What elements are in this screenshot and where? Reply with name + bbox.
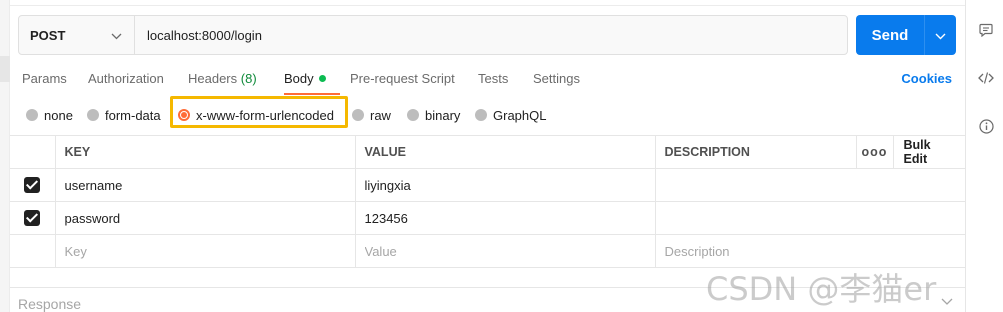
tab-params[interactable]: Params [22, 71, 67, 86]
chevron-down-icon [935, 28, 946, 43]
sidebar-edge-marker [0, 56, 10, 82]
body-type-selector: none form-data x-www-form-urlencoded raw… [10, 96, 965, 128]
code-icon[interactable] [978, 70, 994, 86]
tab-headers[interactable]: Headers (8) [188, 71, 257, 86]
row-description[interactable] [654, 168, 966, 202]
response-label: Response [18, 296, 82, 312]
table-row: username liyingxia [10, 168, 966, 202]
request-url-bar: POST [18, 15, 848, 55]
more-options-icon[interactable]: ooo [855, 135, 894, 169]
radio-form-data[interactable]: form-data [87, 104, 161, 126]
tab-settings[interactable]: Settings [533, 71, 580, 86]
radio-circle [87, 109, 99, 121]
method-select[interactable]: POST [19, 16, 135, 54]
send-button[interactable]: Send [856, 15, 924, 55]
radio-raw[interactable]: raw [352, 104, 391, 126]
row-checkbox-cell [10, 168, 56, 202]
row-checkbox[interactable] [24, 177, 41, 194]
radio-none-label: none [44, 107, 73, 123]
row-key[interactable]: password [54, 201, 356, 235]
row-key[interactable]: username [54, 168, 356, 202]
new-key-input[interactable] [64, 243, 346, 259]
radio-raw-label: raw [370, 107, 391, 123]
radio-graphql-label: GraphQL [493, 107, 547, 123]
radio-urlencoded-label: x-www-form-urlencoded [196, 107, 334, 123]
row-value[interactable]: 123456 [354, 201, 656, 235]
radio-circle-selected [178, 109, 190, 121]
radio-graphql[interactable]: GraphQL [475, 104, 546, 126]
headers-count: (8) [240, 71, 257, 86]
header-key: KEY [54, 135, 356, 169]
row-description[interactable] [654, 201, 966, 235]
tab-tests[interactable]: Tests [478, 71, 508, 86]
url-input[interactable] [135, 16, 847, 54]
radio-binary[interactable]: binary [407, 104, 460, 126]
radio-circle [352, 109, 364, 121]
header-value: VALUE [354, 135, 656, 169]
radio-none[interactable]: none [26, 104, 73, 126]
method-label: POST [30, 27, 66, 43]
response-pane-header[interactable]: Response [10, 287, 965, 312]
row-checkbox-cell [10, 234, 56, 268]
tab-authorization[interactable]: Authorization [88, 71, 164, 86]
chevron-down-icon [111, 28, 122, 43]
radio-binary-label: binary [425, 107, 461, 123]
header-checkbox-cell [10, 135, 56, 169]
new-description-cell [654, 234, 966, 268]
right-context-bar [965, 0, 1003, 312]
tab-pre-request-script[interactable]: Pre-request Script [350, 71, 455, 86]
new-value-cell [354, 234, 656, 268]
send-button-group: Send [856, 15, 956, 55]
radio-form-data-label: form-data [105, 107, 161, 123]
radio-x-www-form-urlencoded[interactable]: x-www-form-urlencoded [178, 104, 334, 126]
table-header-row: KEY VALUE DESCRIPTION ooo Bulk Edit [10, 135, 966, 169]
header-description: DESCRIPTION [654, 135, 857, 169]
active-tab-underline [284, 93, 340, 95]
table-row-new [10, 234, 966, 268]
table-row: password 123456 [10, 201, 966, 235]
key-value-table: KEY VALUE DESCRIPTION ooo Bulk Edit user… [10, 135, 966, 268]
top-tab-strip [10, 0, 965, 6]
radio-circle [26, 109, 38, 121]
new-value-input[interactable] [364, 243, 646, 259]
send-options-button[interactable] [924, 15, 956, 55]
left-sidebar-edge [0, 0, 10, 312]
row-checkbox-cell [10, 201, 56, 235]
bulk-edit-button[interactable]: Bulk Edit [892, 135, 966, 169]
radio-circle [475, 109, 487, 121]
request-tabs: Params Authorization Headers (8) Body Pr… [10, 68, 965, 96]
radio-circle [407, 109, 419, 121]
tab-body[interactable]: Body [284, 71, 326, 86]
tab-headers-label: Headers [188, 71, 238, 86]
body-indicator-dot [318, 75, 326, 82]
tab-body-label: Body [284, 71, 314, 86]
new-description-input[interactable] [664, 243, 956, 259]
info-icon[interactable] [978, 118, 994, 134]
row-checkbox[interactable] [24, 210, 41, 227]
row-value[interactable]: liyingxia [354, 168, 656, 202]
cookies-link[interactable]: Cookies [901, 71, 952, 86]
comment-icon[interactable] [978, 22, 994, 38]
new-key-cell [54, 234, 356, 268]
chevron-down-icon[interactable] [941, 294, 953, 309]
